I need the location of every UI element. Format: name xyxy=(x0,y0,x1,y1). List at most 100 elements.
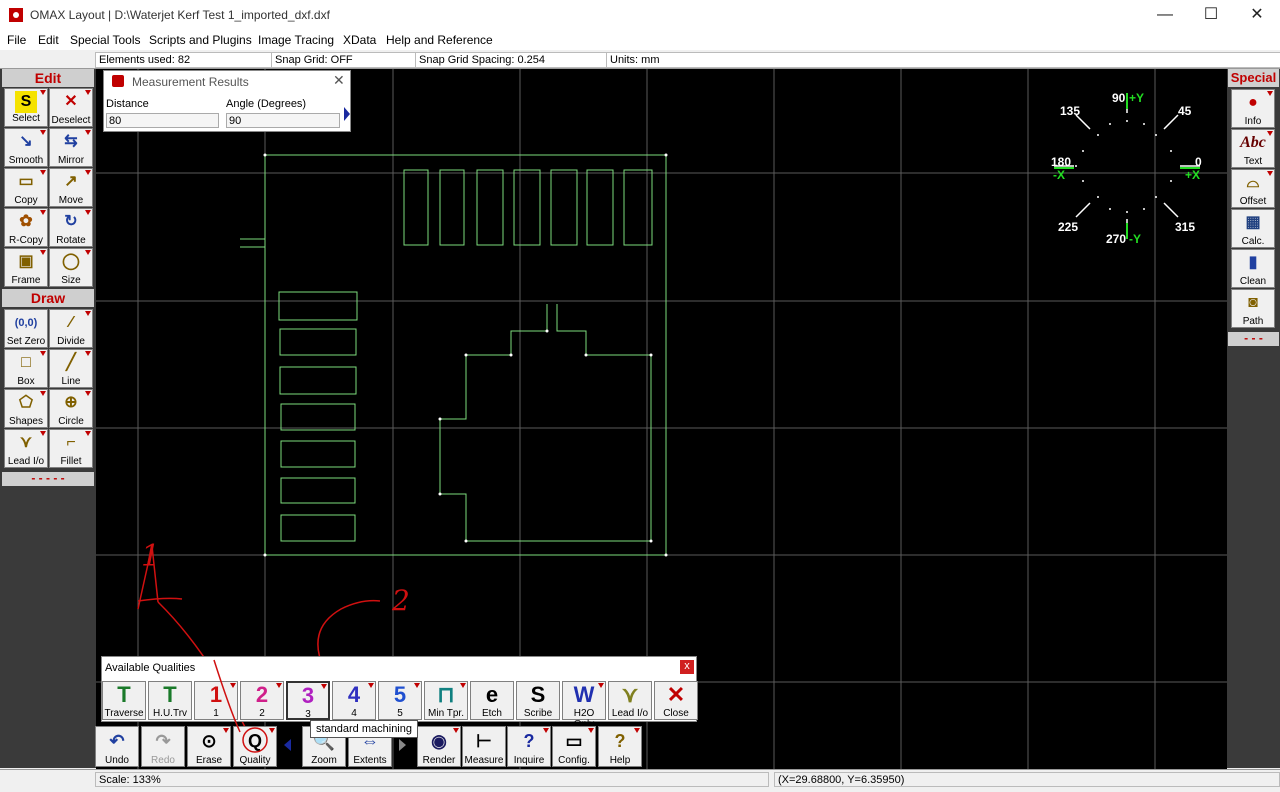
qualities-close-button[interactable]: x xyxy=(680,660,694,674)
menu-xdata[interactable]: XData xyxy=(343,33,376,47)
draw-panel-more[interactable]: - - - - - xyxy=(2,472,94,486)
menu-edit[interactable]: Edit xyxy=(38,33,59,47)
render-button[interactable]: ◉ Render xyxy=(417,726,461,767)
annotation-number-2: 2 xyxy=(392,584,410,617)
status-bar: Scale: 133% (X=29.68800, Y=6.35950) xyxy=(0,769,1280,792)
quality-min-taper-button[interactable]: ⊓ Min Tpr. xyxy=(424,681,468,720)
copy-tool-button[interactable]: ▭ Copy xyxy=(4,168,48,207)
measurement-window-icon xyxy=(112,75,124,87)
measurement-window-title: Measurement Results xyxy=(132,75,249,89)
divide-tool-button[interactable]: ⁄ Divide xyxy=(49,309,93,348)
frame-tool-button[interactable]: ▣ Frame xyxy=(4,248,48,287)
r-copy-tool-button[interactable]: ✿ R-Copy xyxy=(4,208,48,247)
menu-file[interactable]: File xyxy=(7,33,26,47)
menu-special-tools[interactable]: Special Tools xyxy=(70,33,141,47)
mirror-tool-button[interactable]: ⇆ Mirror xyxy=(49,128,93,167)
path-icon: ◙ xyxy=(1248,294,1258,311)
window-title: OMAX Layout | D:\Waterjet Kerf Test 1_im… xyxy=(30,8,330,22)
compass-225-label: 225 xyxy=(1058,220,1079,234)
rotate-tool-button[interactable]: ↻ Rotate xyxy=(49,208,93,247)
quality-4-button[interactable]: 44 xyxy=(332,681,376,720)
close-quality-icon: ✕ xyxy=(666,682,686,707)
quality-tooltip: standard machining xyxy=(310,720,418,738)
compass-135-label: 135 xyxy=(1060,104,1081,118)
snap-grid-status: Snap Grid: OFF xyxy=(271,52,416,68)
quality-lead-io-button[interactable]: ⋎ Lead I/o xyxy=(608,681,652,720)
select-icon: S xyxy=(15,91,37,113)
quality-5-button[interactable]: 55 xyxy=(378,681,422,720)
lead-io-tool-button[interactable]: ⋎ Lead I/o xyxy=(4,429,48,468)
measurement-expand-icon[interactable] xyxy=(344,107,350,121)
inquire-button[interactable]: ? Inquire xyxy=(507,726,551,767)
snap-grid-spacing: Snap Grid Spacing: 0.254 xyxy=(415,52,607,68)
special-panel-more[interactable]: - - - xyxy=(1228,332,1279,346)
minimize-button[interactable]: — xyxy=(1142,0,1188,30)
compass-0-label: 0 xyxy=(1195,155,1202,169)
set-zero-icon: (0,0) xyxy=(14,317,38,329)
line-tool-button[interactable]: ╱ Line xyxy=(49,349,93,388)
close-window-button[interactable]: ✕ xyxy=(1234,0,1280,30)
compass-plus-x-label: +X xyxy=(1185,168,1201,182)
quality-close-button[interactable]: ✕ Close xyxy=(654,681,698,720)
distance-field[interactable]: 80 xyxy=(106,113,219,128)
text-tool-button[interactable]: Abc Text xyxy=(1231,129,1275,168)
calc-tool-button[interactable]: ▦ Calc. xyxy=(1231,209,1275,248)
undo-button[interactable]: ↶ Undo xyxy=(95,726,139,767)
clean-tool-button[interactable]: ▮ Clean xyxy=(1231,249,1275,288)
scroll-left-icon[interactable] xyxy=(284,739,291,751)
part-geometry xyxy=(240,154,667,556)
quality-3-button[interactable]: 33 xyxy=(286,681,330,720)
special-panel-header: Special xyxy=(1228,69,1279,87)
compass-minus-x-label: -X xyxy=(1053,168,1065,182)
offset-tool-button[interactable]: ⌓ Offset xyxy=(1231,169,1275,208)
size-tool-button[interactable]: ◯ Size xyxy=(49,248,93,287)
scale-status: Scale: 133% xyxy=(95,772,769,787)
draw-panel-header: Draw xyxy=(2,289,94,307)
menu-help-reference[interactable]: Help and Reference xyxy=(386,33,493,47)
quality-scribe-button[interactable]: S Scribe xyxy=(516,681,560,720)
compass-minus-y-label: -Y xyxy=(1129,232,1141,246)
shapes-tool-button[interactable]: ⬠ Shapes xyxy=(4,389,48,428)
compass-45-label: 45 xyxy=(1178,104,1192,118)
menu-image-tracing[interactable]: Image Tracing xyxy=(258,33,334,47)
compass-90-label: 90 xyxy=(1112,91,1126,105)
deselect-tool-button[interactable]: ✕ Deselect xyxy=(49,88,93,127)
compass-plus-y-label: +Y xyxy=(1129,91,1145,105)
angle-field[interactable]: 90 xyxy=(226,113,340,128)
etch-icon: e xyxy=(485,682,499,707)
menu-bar: File Edit Special Tools Scripts and Plug… xyxy=(0,30,1280,50)
circle-tool-button[interactable]: ⊕ Circle xyxy=(49,389,93,428)
undo-icon: ↶ xyxy=(109,731,125,751)
angle-label: Angle (Degrees) xyxy=(226,98,307,110)
quality-traverse-button[interactable]: T Traverse xyxy=(102,681,146,720)
config-button[interactable]: ▭ Config. xyxy=(552,726,596,767)
measurement-close-icon[interactable]: ✕ xyxy=(333,72,345,89)
smooth-tool-button[interactable]: ↘ Smooth xyxy=(4,128,48,167)
distance-label: Distance xyxy=(106,98,149,110)
compass-270-label: 270 xyxy=(1106,232,1127,246)
omax-app-icon xyxy=(9,8,23,22)
quality-h2o-only-button[interactable]: W H2O Only xyxy=(562,681,606,730)
left-tool-panel: Edit S Select ✕ Deselect ↘ Smooth ⇆ Mirror ▭… xyxy=(0,69,96,768)
move-tool-button[interactable]: ↗ Move xyxy=(49,168,93,207)
fillet-tool-button[interactable]: ⌐ Fillet xyxy=(49,429,93,468)
scroll-right-icon[interactable] xyxy=(399,739,406,751)
calculator-icon: ▦ xyxy=(1245,214,1261,231)
special-tool-panel: Special ● Info Abc Text ⌓ Offset ▦ Calc. ▮ Cl… xyxy=(1227,69,1280,768)
menu-scripts-plugins[interactable]: Scripts and Plugins xyxy=(149,33,252,47)
info-tool-button[interactable]: ● Info xyxy=(1231,89,1275,128)
select-tool-button[interactable]: S Select xyxy=(4,88,48,127)
box-tool-button[interactable]: □ Box xyxy=(4,349,48,388)
redo-icon: ↷ xyxy=(155,731,171,751)
title-bar: OMAX Layout | D:\Waterjet Kerf Test 1_im… xyxy=(0,0,1280,30)
compass-315-label: 315 xyxy=(1175,220,1196,234)
path-tool-button[interactable]: ◙ Path xyxy=(1231,289,1275,328)
set-zero-tool-button[interactable]: (0,0) Set Zero xyxy=(4,309,48,348)
measure-button[interactable]: ⊢ Measure xyxy=(462,726,506,767)
maximize-button[interactable]: ☐ xyxy=(1188,0,1234,30)
elements-used: Elements used: 82 xyxy=(95,52,272,68)
quality-etch-button[interactable]: e Etch xyxy=(470,681,514,720)
help-button[interactable]: ? Help xyxy=(598,726,642,767)
redo-button[interactable]: ↷ Redo xyxy=(141,726,185,767)
scribe-icon: S xyxy=(530,682,546,707)
